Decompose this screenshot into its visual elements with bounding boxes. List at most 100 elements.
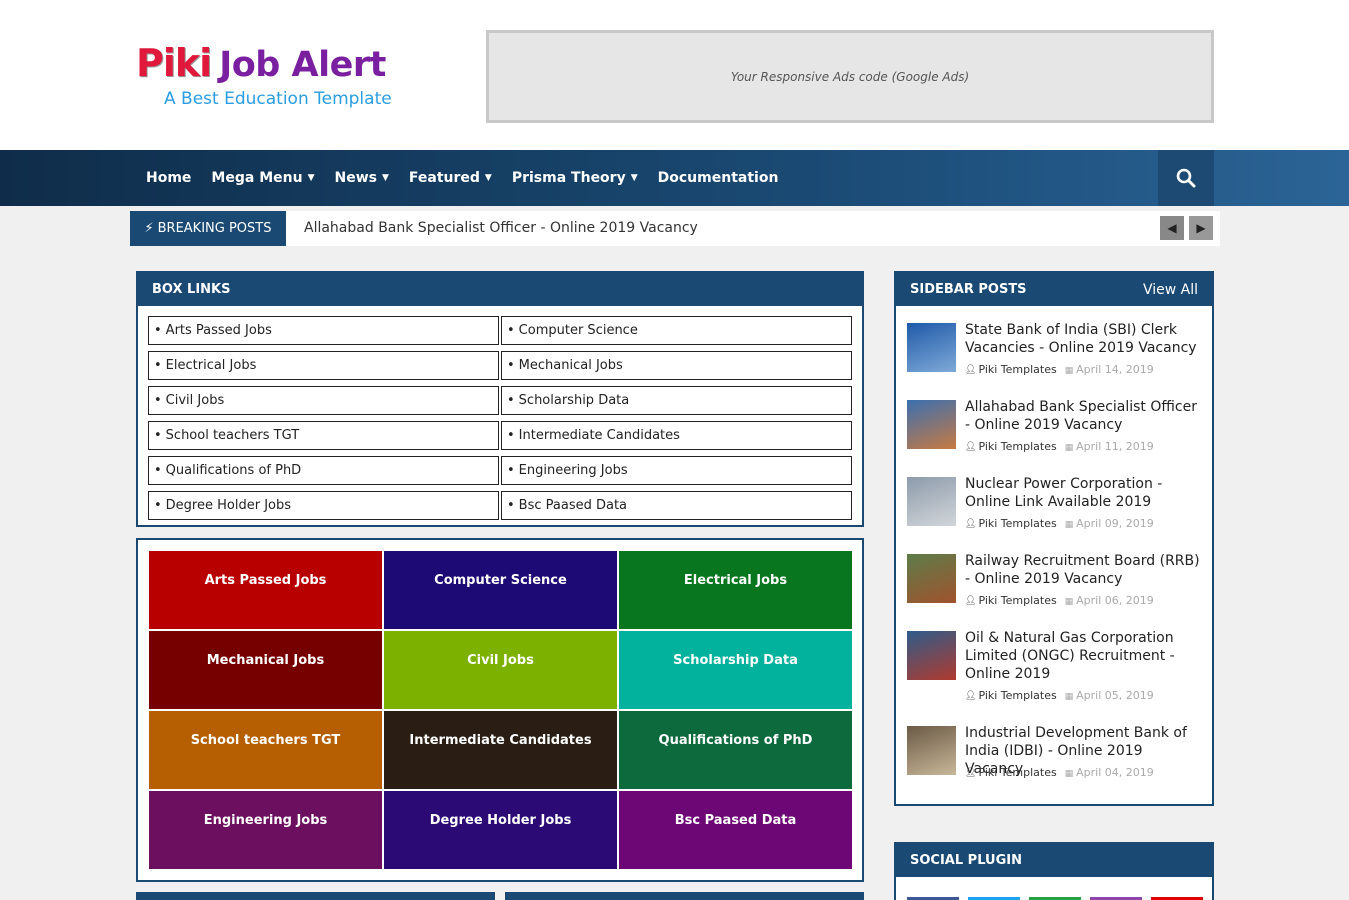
nav-item-featured[interactable]: Featured ▼ <box>399 170 502 186</box>
category-tiles-grid: Arts Passed Jobs Computer Science Electric… <box>149 551 852 869</box>
post-meta: 👤︎ Piki Templates ▦ April 05, 2019 <box>965 689 1154 702</box>
ad-text: Your Responsive Ads code (Google Ads) <box>730 69 970 84</box>
post-title-link[interactable]: Allahabad Bank Specialist Officer - Onli… <box>965 398 1205 434</box>
post-meta: 👤︎ Piki Templates ▦ April 04, 2019 <box>965 766 1154 779</box>
category-tile-label: Computer Science <box>434 573 567 588</box>
box-link-degree-holder-jobs[interactable]: • Degree Holder Jobs <box>148 491 499 520</box>
box-link-scholarship-data[interactable]: • Scholarship Data <box>501 386 852 415</box>
search-button[interactable] <box>1158 150 1214 206</box>
post-author: Piki Templates <box>978 363 1057 376</box>
box-link-school-teachers-tgt[interactable]: • School teachers TGT <box>148 421 499 450</box>
post-thumbnail[interactable] <box>907 554 956 603</box>
post-thumbnail[interactable] <box>907 726 956 775</box>
post-meta: 👤︎ Piki Templates ▦ April 09, 2019 <box>965 517 1154 530</box>
box-link-computer-science[interactable]: • Computer Science <box>501 316 852 345</box>
bullet-icon: • <box>154 498 162 513</box>
post-thumbnail[interactable] <box>907 323 956 372</box>
box-link-label: Bsc Paased Data <box>518 498 628 513</box>
box-link-mechanical-jobs[interactable]: • Mechanical Jobs <box>501 351 852 380</box>
chevron-down-icon: ▼ <box>307 173 315 183</box>
post-title-link[interactable]: State Bank of India (SBI) Clerk Vacancie… <box>965 321 1205 357</box>
category-tile-label: Electrical Jobs <box>683 573 788 588</box>
category-tile-arts-passed-jobs[interactable]: Arts Passed Jobs <box>149 551 382 629</box>
view-all-link[interactable]: View All <box>1143 282 1198 298</box>
breaking-news-bar: ⚡︎ BREAKING POSTS Allahabad Bank Special… <box>130 211 1220 246</box>
user-icon: 👤︎ <box>965 518 977 529</box>
nav-item-label: News <box>334 170 377 186</box>
nav-menu: Home Mega Menu ▼ News ▼ Featured ▼ Prisma Theor… <box>136 150 788 206</box>
nav-item-news[interactable]: News ▼ <box>324 170 398 186</box>
breaking-label-text: BREAKING POSTS <box>157 221 272 236</box>
category-tile-scholarship-data[interactable]: Scholarship Data <box>619 631 852 709</box>
post-thumbnail[interactable] <box>907 477 956 526</box>
box-link-civil-jobs[interactable]: • Civil Jobs <box>148 386 499 415</box>
nav-item-documentation[interactable]: Documentation <box>648 170 789 186</box>
category-tile-civil-jobs[interactable]: Civil Jobs <box>384 631 617 709</box>
bullet-icon: • <box>154 358 162 373</box>
calendar-icon: ▦ <box>1064 366 1077 376</box>
breaking-label: ⚡︎ BREAKING POSTS <box>130 211 286 246</box>
box-link-label: Civil Jobs <box>165 393 225 408</box>
nav-item-label: Documentation <box>657 170 779 186</box>
category-tile-computer-science[interactable]: Computer Science <box>384 551 617 629</box>
breaking-headline[interactable]: Allahabad Bank Specialist Officer - Onli… <box>304 211 698 246</box>
user-icon: 👤︎ <box>965 690 977 701</box>
category-tile-school-teachers-tgt[interactable]: School teachers TGT <box>149 711 382 789</box>
ad-banner[interactable]: Your Responsive Ads code (Google Ads) <box>486 30 1214 123</box>
post-date: ▦ April 09, 2019 <box>1065 517 1154 530</box>
box-link-qualifications-of-phd[interactable]: • Qualifications of PhD <box>148 456 499 485</box>
bullet-icon: • <box>507 393 515 408</box>
category-tile-intermediate-candidates[interactable]: Intermediate Candidates <box>384 711 617 789</box>
logo-tagline: A Best Education Template <box>164 89 392 109</box>
site-logo[interactable]: Piki Job Alert A Best Education Template <box>136 44 406 114</box>
box-link-intermediate-candidates[interactable]: • Intermediate Candidates <box>501 421 852 450</box>
nav-item-label: Prisma Theory <box>511 170 626 186</box>
category-tile-label: Scholarship Data <box>673 653 798 668</box>
box-link-arts-passed-jobs[interactable]: • Arts Passed Jobs <box>148 316 499 345</box>
category-tile-qualifications-of-phd[interactable]: Qualifications of PhD <box>619 711 852 789</box>
box-link-label: Degree Holder Jobs <box>165 498 291 513</box>
bottom-widget-header-right <box>505 892 864 900</box>
category-tile-bsc-paased-data[interactable]: Bsc Paased Data <box>619 791 852 869</box>
category-tile-label: Civil Jobs <box>467 653 534 668</box>
post-date-value: April 14, 2019 <box>1076 363 1154 376</box>
box-link-label: Scholarship Data <box>518 393 630 408</box>
category-tile-degree-holder-jobs[interactable]: Degree Holder Jobs <box>384 791 617 869</box>
sidebar-posts-widget: SIDEBAR POSTS View All State Bank of Ind… <box>894 271 1214 806</box>
calendar-icon: ▦ <box>1064 692 1077 702</box>
box-link-engineering-jobs[interactable]: • Engineering Jobs <box>501 456 852 485</box>
post-title-link[interactable]: Oil & Natural Gas Corporation Limited (O… <box>965 629 1205 683</box>
nav-item-label: Featured <box>408 170 480 186</box>
bullet-icon: • <box>154 463 162 478</box>
nav-item-home[interactable]: Home <box>136 170 201 186</box>
box-link-bsc-paased-data[interactable]: • Bsc Paased Data <box>501 491 852 520</box>
post-date-value: April 04, 2019 <box>1076 766 1154 779</box>
chevron-down-icon: ▼ <box>381 173 389 183</box>
nav-item-mega-menu[interactable]: Mega Menu ▼ <box>201 170 324 186</box>
post-author: Piki Templates <box>978 689 1057 702</box>
calendar-icon: ▦ <box>1064 597 1077 607</box>
post-thumbnail[interactable] <box>907 400 956 449</box>
nav-item-label: Home <box>146 170 192 186</box>
post-meta: 👤︎ Piki Templates ▦ April 14, 2019 <box>965 363 1154 376</box>
post-date-value: April 06, 2019 <box>1076 594 1154 607</box>
post-thumbnail[interactable] <box>907 631 956 680</box>
post-title-link[interactable]: Railway Recruitment Board (RRB) - Online… <box>965 552 1205 588</box>
user-icon: 👤︎ <box>965 364 977 375</box>
category-tile-engineering-jobs[interactable]: Engineering Jobs <box>149 791 382 869</box>
post-author: Piki Templates <box>978 440 1057 453</box>
post-date-value: April 09, 2019 <box>1076 517 1154 530</box>
box-link-electrical-jobs[interactable]: • Electrical Jobs <box>148 351 499 380</box>
sidebar-posts-header: SIDEBAR POSTS View All <box>896 273 1212 306</box>
category-tile-electrical-jobs[interactable]: Electrical Jobs <box>619 551 852 629</box>
post-date-value: April 11, 2019 <box>1076 440 1154 453</box>
box-link-label: Intermediate Candidates <box>518 428 680 443</box>
post-meta: 👤︎ Piki Templates ▦ April 11, 2019 <box>965 440 1154 453</box>
category-tile-mechanical-jobs[interactable]: Mechanical Jobs <box>149 631 382 709</box>
breaking-prev-button[interactable]: ◀ <box>1160 216 1184 240</box>
nav-item-prisma-theory[interactable]: Prisma Theory ▼ <box>502 170 648 186</box>
bullet-icon: • <box>154 393 162 408</box>
breaking-next-button[interactable]: ▶ <box>1189 216 1213 240</box>
box-links-grid: • Arts Passed Jobs • Computer Science • Elect… <box>148 316 854 520</box>
post-title-link[interactable]: Nuclear Power Corporation - Online Link … <box>965 475 1205 511</box>
